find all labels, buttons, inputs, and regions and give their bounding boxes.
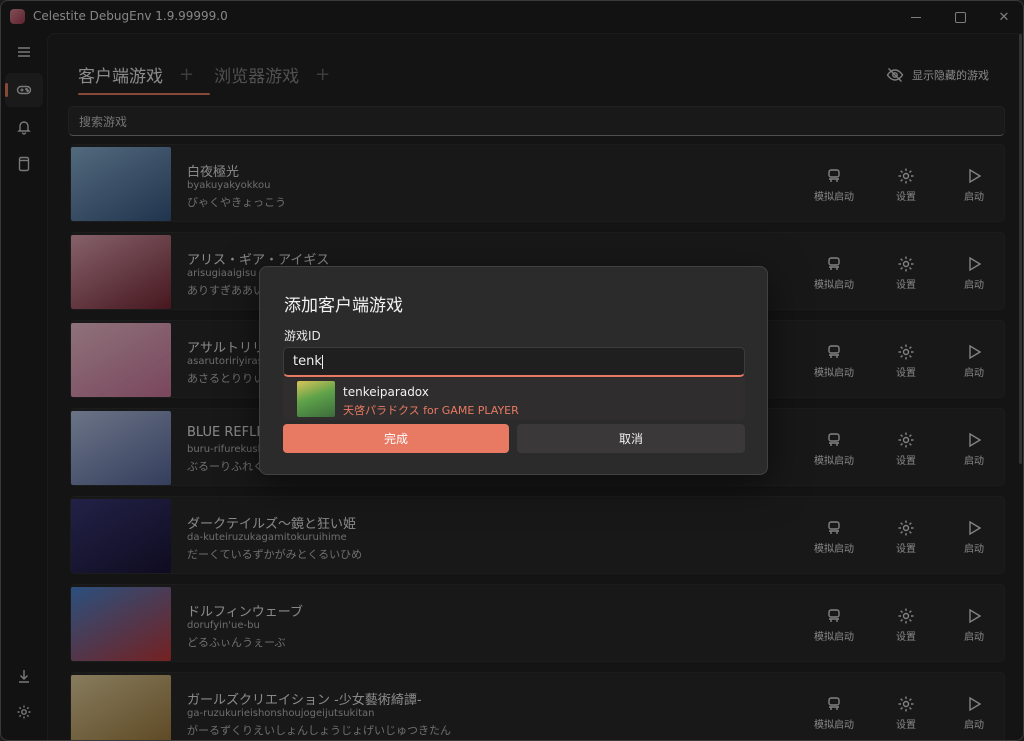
suggestion-item[interactable]: tenkeiparadox 天啓パラドクス for GAME PLAYER xyxy=(283,378,745,420)
confirm-button[interactable]: 完成 xyxy=(283,424,509,453)
suggestion-name: 天啓パラドクス for GAME PLAYER xyxy=(343,404,519,417)
app-window: Celestite DebugEnv 1.9.99999.0 ✕ 客户端游戏 +… xyxy=(0,0,1024,741)
dialog-title: 添加客户端游戏 xyxy=(284,296,403,316)
suggestion-id: tenkeiparadox xyxy=(343,385,429,399)
text-caret xyxy=(321,354,323,369)
suggestion-thumbnail xyxy=(297,381,335,417)
add-client-game-dialog: 添加客户端游戏 游戏ID tenk tenkeiparadox 天啓パラドクス … xyxy=(259,266,768,475)
game-id-label: 游戏ID xyxy=(284,329,321,343)
game-id-input[interactable]: tenk xyxy=(283,347,745,377)
cancel-button[interactable]: 取消 xyxy=(517,424,745,453)
game-id-value: tenk xyxy=(293,354,322,369)
